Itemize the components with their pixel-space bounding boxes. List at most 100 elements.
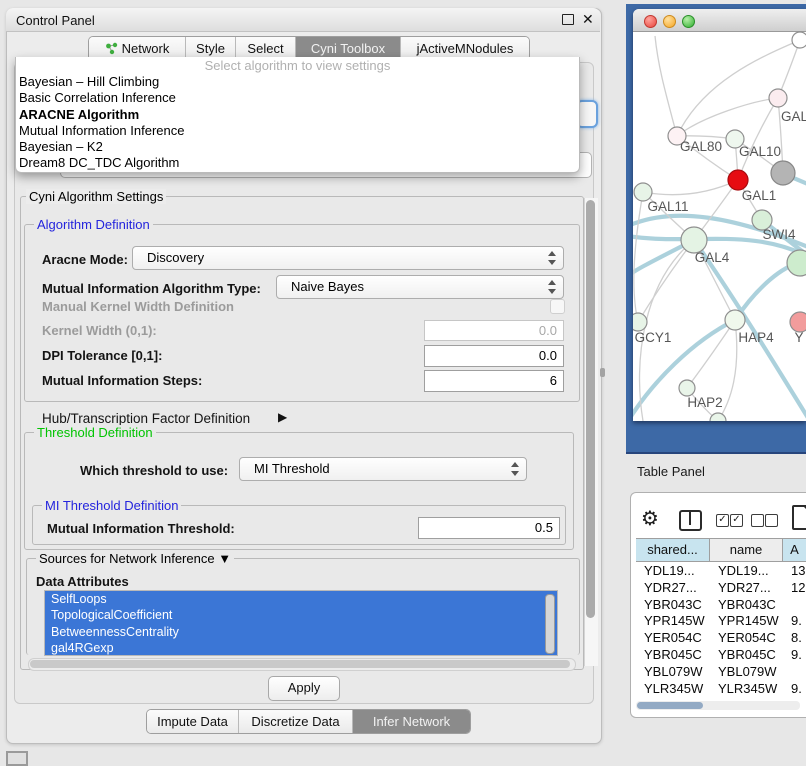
algorithm-option[interactable]: Bayesian – K2 — [16, 139, 579, 155]
node-label: GCY1 — [635, 330, 672, 345]
sources-title-text: Sources for Network Inference — [39, 551, 215, 566]
dpi-tolerance-field[interactable]: 0.0 — [424, 345, 564, 367]
export-table-icon[interactable] — [792, 505, 806, 530]
algorithm-option[interactable]: ARACNE Algorithm — [16, 107, 579, 123]
data-attribute-item[interactable]: gal4RGexp — [45, 640, 557, 656]
splitter-grip[interactable] — [600, 368, 605, 377]
network-node[interactable] — [710, 413, 726, 421]
algorithm-option[interactable]: Bayesian – Hill Climbing — [16, 74, 579, 90]
algorithm-option[interactable]: Mutual Information Inference — [16, 123, 579, 139]
tab-label: Network — [122, 41, 170, 56]
minimized-panel-icon[interactable] — [6, 751, 28, 766]
table-cell: 9. — [783, 613, 806, 630]
aracne-mode-value: Discovery — [147, 250, 204, 265]
node-label: GAL10 — [739, 144, 781, 159]
network-node-y[interactable] — [790, 312, 806, 332]
checked-checkbox-icon[interactable]: ✓ — [730, 514, 743, 527]
table-row[interactable]: YIL052CYIL052C9 — [636, 697, 806, 700]
data-attribute-item[interactable]: TopologicalCoefficient — [45, 607, 557, 623]
table-row[interactable]: YBL079WYBL079W — [636, 664, 806, 681]
gear-icon[interactable]: ⚙ — [641, 506, 659, 531]
bottom-tab-discretize-data[interactable]: Discretize Data — [239, 710, 353, 733]
settings-hscrollbar-thumb[interactable] — [30, 660, 570, 668]
table-hscrollbar-thumb[interactable] — [637, 702, 703, 709]
bottom-tab-infer-network[interactable]: Infer Network — [353, 710, 470, 733]
table-row[interactable]: YBR043CYBR043C — [636, 597, 806, 614]
algorithm-select-popup: Select algorithm to view settings Bayesi… — [15, 57, 580, 173]
table-cell: 9 — [783, 697, 806, 700]
expander-down-icon[interactable]: ▼ — [218, 551, 231, 566]
mi-threshold-field[interactable]: 0.5 — [418, 517, 560, 539]
node-label: Y — [794, 330, 803, 345]
table-header-shared-name[interactable]: shared... — [636, 538, 710, 562]
aracne-mode-combobox[interactable]: Discovery — [132, 246, 564, 270]
kernel-width-label: Kernel Width (0,1): — [42, 323, 157, 338]
algorithm-option[interactable]: Dream8 DC_TDC Algorithm — [16, 155, 579, 171]
node-label: GAL11 — [647, 199, 688, 214]
table-header-name[interactable]: name — [710, 538, 783, 562]
zoom-traffic-light-icon[interactable] — [682, 15, 695, 28]
close-icon[interactable]: ✕ — [582, 11, 594, 28]
data-attribute-item[interactable]: BetweennessCentrality — [45, 624, 557, 640]
combo-spinner-icon — [548, 251, 556, 265]
table-cell — [783, 664, 806, 681]
table-header-clipped[interactable]: A — [783, 538, 806, 562]
sources-group-title: Sources for Network Inference ▼ — [36, 551, 234, 566]
attr-list-scrollbar[interactable] — [545, 594, 555, 654]
apply-button[interactable]: Apply — [268, 676, 340, 701]
bottom-tabbar: Impute DataDiscretize DataInfer Network — [146, 709, 471, 734]
hub-definition-label: Hub/Transcription Factor Definition — [42, 411, 250, 426]
table-row[interactable]: YPR145WYPR145W9. — [636, 613, 806, 630]
network-node[interactable] — [771, 161, 795, 185]
unchecked-checkbox-icon[interactable] — [765, 514, 778, 527]
network-node-gcy1[interactable] — [633, 313, 647, 331]
data-attributes-label: Data Attributes — [36, 574, 129, 589]
network-node-gal[interactable] — [769, 89, 787, 107]
network-node-hap2[interactable] — [679, 380, 695, 396]
column-layout-icon[interactable] — [679, 510, 702, 531]
table-cell: YBR043C — [636, 597, 710, 614]
mi-threshold-group-title: MI Threshold Definition — [42, 498, 181, 513]
dpi-tolerance-label: DPI Tolerance [0,1]: — [42, 348, 162, 363]
float-window-icon[interactable] — [562, 14, 574, 25]
network-node-hap4[interactable] — [725, 310, 745, 330]
table-panel-title: Table Panel — [637, 464, 705, 479]
manual-kernel-width-checkbox[interactable] — [550, 299, 565, 314]
node-label: GAL — [781, 109, 806, 124]
table-cell: 9. — [783, 647, 806, 664]
mi-algorithm-type-value: Naive Bayes — [291, 279, 364, 294]
table-row[interactable]: YBR045CYBR045C9. — [636, 647, 806, 664]
checked-checkbox-icon[interactable]: ✓ — [716, 514, 729, 527]
tab-label: jActiveMNodules — [417, 41, 514, 56]
table-row[interactable]: YER054CYER054C8. — [636, 630, 806, 647]
combo-spinner-icon — [548, 280, 556, 294]
bottom-tab-impute-data[interactable]: Impute Data — [147, 710, 239, 733]
table-cell: YBL079W — [636, 664, 710, 681]
unchecked-checkbox-icon[interactable] — [751, 514, 764, 527]
settings-vscrollbar-thumb[interactable] — [586, 200, 595, 618]
data-attribute-item[interactable]: SelfLoops — [45, 591, 557, 607]
table-cell: YDR27... — [636, 580, 710, 597]
control-panel-titlebar[interactable] — [6, 8, 600, 32]
kernel-width-field[interactable]: 0.0 — [424, 320, 564, 341]
table-cell: YPR145W — [710, 613, 783, 630]
algorithm-option[interactable]: Basic Correlation Inference — [16, 90, 579, 106]
table-row[interactable]: YDL19...YDL19...13 — [636, 563, 806, 580]
close-traffic-light-icon[interactable] — [644, 15, 657, 28]
mi-steps-field[interactable]: 6 — [424, 370, 564, 392]
minimize-traffic-light-icon[interactable] — [663, 15, 676, 28]
network-node[interactable] — [787, 250, 806, 276]
which-threshold-combobox[interactable]: MI Threshold — [239, 457, 527, 481]
data-attributes-list[interactable]: SelfLoopsTopologicalCoefficientBetweenne… — [44, 590, 558, 656]
table-row[interactable]: YLR345WYLR345W9. — [636, 681, 806, 698]
mi-algorithm-type-combobox[interactable]: Naive Bayes — [276, 275, 564, 299]
table-row[interactable]: YDR27...YDR27...12 — [636, 580, 806, 597]
network-window-titlebar[interactable] — [633, 9, 806, 32]
expander-right-icon[interactable]: ▶ — [278, 410, 287, 424]
node-label: HAP2 — [687, 395, 722, 410]
network-node[interactable] — [792, 32, 806, 48]
network-node-gal1[interactable] — [728, 170, 748, 190]
table-cell: YER054C — [636, 630, 710, 647]
network-canvas[interactable]: GALGAL80GAL10GAL1GAL11SWI4GAL4GCY1HAP4YH… — [633, 31, 806, 421]
table-cell: YDL19... — [710, 563, 783, 580]
